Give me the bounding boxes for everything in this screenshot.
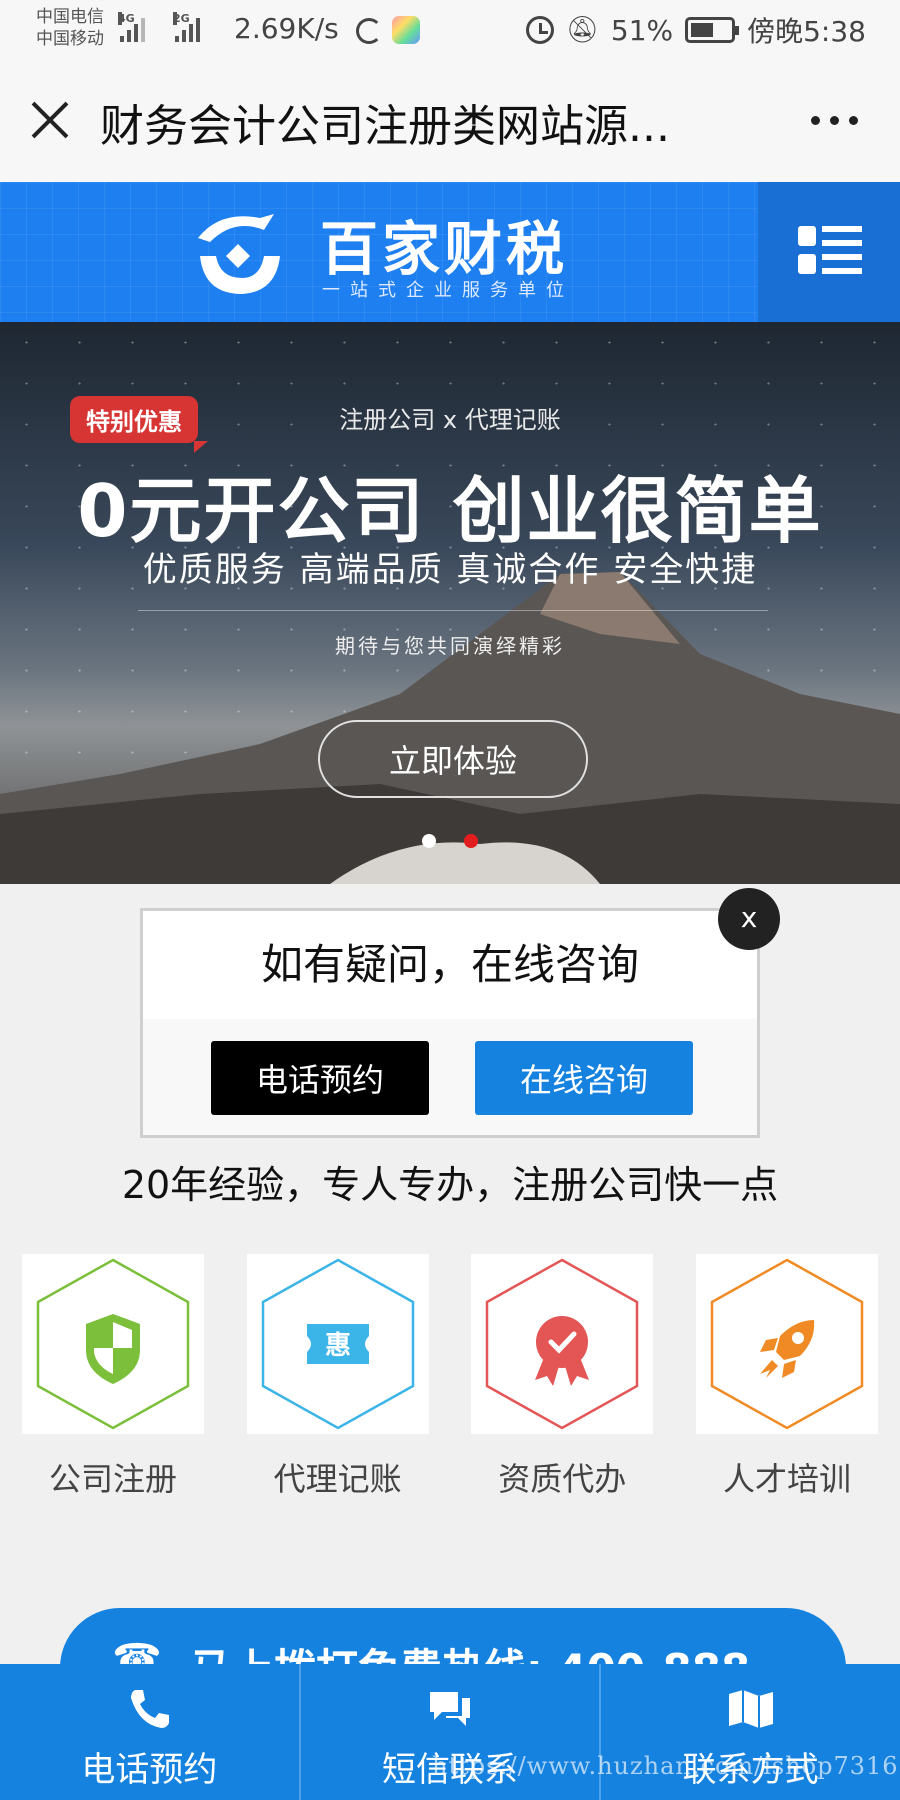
intro-text: 20年经验，专人专办，注册公司快一点 [121, 1163, 779, 1207]
banner-divider [138, 610, 768, 611]
menu-icon [798, 226, 862, 276]
service-label: 代理记账 [273, 1460, 402, 1498]
try-now-button[interactable]: 立即体验 [318, 720, 588, 798]
site-header: 百家财税 一站式企业服务单位 [0, 182, 900, 322]
service-qualification[interactable]: 资质代办 [471, 1254, 654, 1500]
carousel-dot-1[interactable] [422, 834, 436, 848]
more-icon[interactable] [811, 116, 858, 125]
banner-mountain-image [0, 572, 900, 884]
popup-close-button[interactable]: x [718, 888, 780, 950]
sync-icon [356, 18, 382, 44]
carousel-dot-2[interactable] [464, 834, 478, 848]
hexagon-shield-icon [36, 1258, 190, 1430]
service-tile [471, 1254, 654, 1434]
chat-icon [430, 1692, 470, 1726]
watermark-text: https://www.huzhan.com/ishop7316 [432, 1752, 899, 1780]
carrier-labels: 中国电信 中国移动 [36, 6, 104, 50]
service-tile [22, 1254, 204, 1434]
hero-banner[interactable]: 特别优惠 注册公司 x 代理记账 0元开公司 创业很简单 优质服务 高端品质 真… [0, 322, 900, 884]
battery-icon [685, 17, 740, 43]
service-label: 资质代办 [498, 1460, 627, 1498]
nav-phone-booking[interactable]: 电话预约 [0, 1664, 301, 1800]
status-right: 🔕︎ 51% 傍晚5:38 [525, 10, 866, 50]
service-tile [695, 1254, 878, 1434]
brand-slogan: 一站式企业服务单位 [322, 280, 574, 301]
map-icon [728, 1690, 773, 1728]
service-label: 人才培训 [722, 1460, 851, 1498]
close-icon[interactable] [28, 98, 72, 142]
app-bar: 财务会计公司注册类网站源... [0, 58, 900, 182]
service-talent-training[interactable]: 人才培训 [695, 1254, 878, 1500]
alarm-icon [525, 16, 554, 44]
network-type-2: 2G [173, 12, 190, 25]
carrier-1: 中国电信 [36, 7, 104, 27]
brand-name[interactable]: 百家财税 [320, 202, 568, 286]
banner-points: 优质服务 高端品质 真诚合作 安全快捷 [142, 550, 758, 590]
service-tile: 惠 [246, 1254, 429, 1434]
banner-subtitle: 注册公司 x 代理记账 [339, 406, 561, 434]
nav-label: 电话预约 [81, 1750, 218, 1790]
consult-popup: 如有疑问，在线咨询 电话预约 在线咨询 [140, 908, 760, 1138]
hexagon-badge-icon [486, 1258, 639, 1430]
banner-tagline: 期待与您共同演绎精彩 [335, 634, 565, 658]
carrier-2: 中国移动 [36, 29, 104, 49]
services-grid: 公司注册 惠 代理记账 资质代办 人才培训 [22, 1254, 878, 1500]
logo-icon[interactable] [190, 204, 286, 300]
network-type-1: 4G [118, 12, 135, 25]
menu-button[interactable] [758, 182, 900, 322]
clock: 傍晚5:38 [747, 15, 866, 48]
svg-text:惠: 惠 [325, 1331, 351, 1361]
online-consult-button[interactable]: 在线咨询 [475, 1041, 693, 1115]
status-bar: 中国电信 中国移动 4G 2G 2.69K/s 🔕︎ 51% 傍晚5:38 [0, 0, 900, 58]
hexagon-ticket-icon: 惠 [261, 1258, 414, 1430]
signal-2g-icon: 2G [173, 12, 200, 42]
hexagon-rocket-icon [710, 1258, 864, 1430]
carousel-dots [422, 834, 478, 848]
service-company-registration[interactable]: 公司注册 [22, 1254, 204, 1500]
page-title: 财务会计公司注册类网站源... [100, 101, 670, 152]
signal-4g-icon: 4G [118, 12, 145, 42]
phone-booking-button[interactable]: 电话预约 [211, 1041, 429, 1115]
app-notification-icon [392, 16, 420, 44]
battery-percent: 51% [610, 13, 674, 47]
service-label: 公司注册 [48, 1460, 177, 1498]
network-speed: 2.69K/s [234, 12, 339, 45]
consult-title: 如有疑问，在线咨询 [260, 940, 639, 989]
phone-icon [131, 1690, 170, 1728]
service-bookkeeping[interactable]: 惠 代理记账 [246, 1254, 429, 1500]
mute-bell-icon: 🔕︎ [565, 15, 599, 45]
